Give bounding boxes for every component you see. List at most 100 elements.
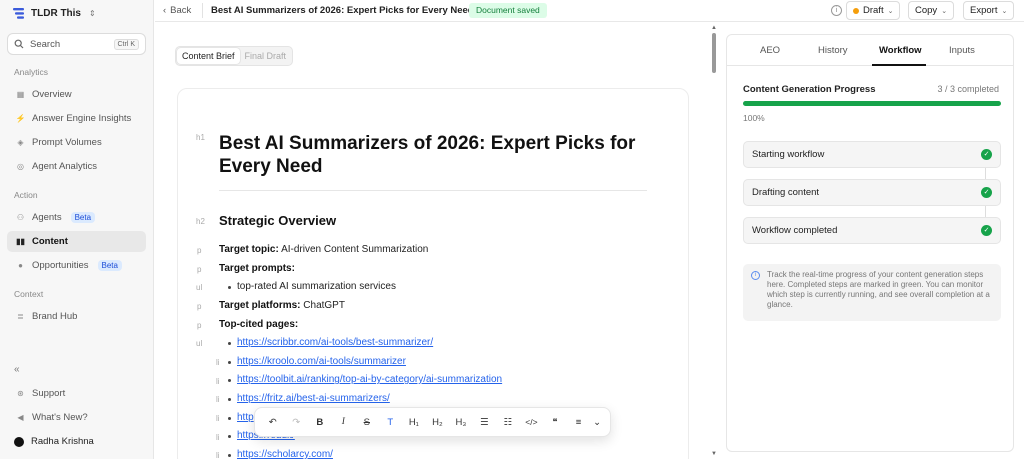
tab-aeo[interactable]: AEO <box>760 45 780 56</box>
info-callout: i Track the real-time progress of your c… <box>743 264 1001 321</box>
search-icon <box>14 39 24 49</box>
export-dropdown[interactable]: Export ⌄ <box>963 1 1015 20</box>
cited-link[interactable]: https://fritz.ai/best-ai-summarizers/ <box>237 393 390 404</box>
quote-button[interactable]: ❝ <box>543 411 567 433</box>
paragraph-top-cited[interactable]: Top-cited pages: <box>219 319 298 330</box>
tab-workflow[interactable]: Workflow <box>879 45 922 56</box>
back-button[interactable]: ‹ Back <box>163 5 191 16</box>
chevron-down-icon: ⌄ <box>1001 7 1008 15</box>
block-tag: li <box>216 377 220 386</box>
divider <box>219 190 647 191</box>
sidebar-item-label: Prompt Volumes <box>32 137 102 148</box>
logo-icon <box>13 8 24 19</box>
redo-button[interactable]: ↷ <box>285 411 309 433</box>
bullet-icon <box>228 286 231 289</box>
document-view-toggle: Content Brief Final Draft <box>175 46 294 66</box>
bullet-icon <box>228 454 231 457</box>
bullet-icon <box>228 379 231 382</box>
field-value: ChatGPT <box>303 300 345 311</box>
cited-link[interactable]: http <box>237 412 254 423</box>
tab-final-draft[interactable]: Final Draft <box>240 48 292 64</box>
sidebar-item-label: Support <box>32 388 66 399</box>
text-style-button[interactable]: T <box>379 411 403 433</box>
lifebuoy-icon: ⊛ <box>17 389 24 398</box>
strikethrough-button[interactable]: S <box>355 411 379 433</box>
sidebar-item-support[interactable]: ⊛ Support <box>7 383 146 404</box>
scroll-up-icon[interactable]: ▲ <box>711 25 717 31</box>
paragraph-target-topic[interactable]: Target topic: AI-driven Content Summariz… <box>219 244 428 255</box>
cited-link[interactable]: https://scholarcy.com/ <box>237 449 333 459</box>
sidebar-item-prompt-volumes[interactable]: ◈ Prompt Volumes <box>7 132 146 153</box>
workspace-switcher[interactable]: TLDR This ⇕ <box>12 7 96 20</box>
sidebar-item-label: Overview <box>32 89 72 100</box>
section-action: Action <box>14 190 38 200</box>
numbered-list-button[interactable]: ☷ <box>496 411 520 433</box>
search-button[interactable]: Search Ctrl K <box>7 33 146 55</box>
copy-dropdown[interactable]: Copy ⌄ <box>908 1 955 20</box>
field-label: Top-cited pages: <box>219 319 299 330</box>
sidebar-item-label: What's New? <box>32 412 88 423</box>
bold-button[interactable]: B <box>308 411 332 433</box>
chevron-down-icon: ⌄ <box>887 7 894 15</box>
heading-1-button[interactable]: H₁ <box>402 411 426 433</box>
step-label: Drafting content <box>752 187 820 198</box>
format-toolbar: ↶ ↷ B I S T H₁ H₂ H₃ ☰ ☷ </> ❝ ≡ ⌄ <box>254 407 611 437</box>
field-label: Target platforms: <box>219 300 301 311</box>
workflow-step: Starting workflow ✓ <box>743 141 1001 168</box>
copy-label: Copy <box>915 5 938 16</box>
italic-button[interactable]: I <box>332 411 356 433</box>
document-heading[interactable]: Best AI Summarizers of 2026: Expert Pick… <box>219 132 639 178</box>
step-connector <box>985 206 986 217</box>
tab-content-brief[interactable]: Content Brief <box>177 48 240 64</box>
workflow-step: Drafting content ✓ <box>743 179 1001 206</box>
scroll-down-icon[interactable]: ▼ <box>711 451 717 457</box>
chevron-down-icon[interactable]: ⌄ <box>590 411 604 433</box>
beta-badge: Beta <box>70 212 96 223</box>
sidebar-item-answer-engine-insights[interactable]: ⚡ Answer Engine Insights <box>7 108 146 129</box>
draft-dropdown[interactable]: Draft ⌄ <box>846 1 901 20</box>
paragraph-target-prompts[interactable]: Target prompts: <box>219 263 295 274</box>
sidebar-item-agents[interactable]: ⚇ Agents Beta <box>7 207 146 228</box>
list-item[interactable]: top-rated AI summarization services <box>237 281 396 292</box>
paragraph-target-platforms[interactable]: Target platforms: ChatGPT <box>219 300 345 311</box>
code-button[interactable]: </> <box>520 411 544 433</box>
info-icon[interactable]: i <box>831 5 842 16</box>
user-menu[interactable]: Radha Krishna <box>14 436 94 447</box>
block-tag: p <box>197 302 202 311</box>
sidebar-item-agent-analytics[interactable]: ◎ Agent Analytics <box>7 156 146 177</box>
cited-link[interactable]: https://toolbit.ai/ranking/top-ai-by-cat… <box>237 374 502 385</box>
block-tag: li <box>216 414 220 423</box>
progress-bar <box>743 101 1001 106</box>
align-button[interactable]: ≡ <box>567 411 591 433</box>
status-badge: Document saved <box>469 3 547 18</box>
divider <box>202 3 203 18</box>
heading-2-button[interactable]: H₂ <box>426 411 450 433</box>
section-heading[interactable]: Strategic Overview <box>219 213 336 228</box>
chevron-updown-icon: ⇕ <box>89 9 96 18</box>
sidebar-item-content[interactable]: ▮▮ Content <box>7 231 146 252</box>
collapse-sidebar-icon[interactable]: « <box>14 364 20 375</box>
tab-history[interactable]: History <box>818 45 848 56</box>
cited-link[interactable]: https://kroolo.com/ai-tools/summarizer <box>237 356 406 367</box>
user-name: Radha Krishna <box>31 436 94 447</box>
bullet-icon <box>228 435 231 438</box>
check-circle-icon: ✓ <box>981 149 992 160</box>
scrollbar-thumb[interactable] <box>712 33 716 73</box>
search-shortcut: Ctrl K <box>113 38 139 50</box>
sidebar-item-overview[interactable]: ▦ Overview <box>7 84 146 105</box>
target-icon: ◎ <box>17 162 24 171</box>
bullet-list-button[interactable]: ☰ <box>473 411 497 433</box>
tab-inputs[interactable]: Inputs <box>949 45 975 56</box>
progress-title: Content Generation Progress <box>743 84 876 95</box>
undo-button[interactable]: ↶ <box>261 411 285 433</box>
heading-3-button[interactable]: H₃ <box>449 411 473 433</box>
status-dot-icon <box>853 7 859 14</box>
sidebar-item-brand-hub[interactable]: ≣ Brand Hub <box>7 306 146 327</box>
document-editor[interactable]: h1 Best AI Summarizers of 2026: Expert P… <box>177 88 689 459</box>
sidebar-item-whats-new[interactable]: ◀ What's New? <box>7 407 146 428</box>
block-tag: li <box>216 433 220 442</box>
sidebar-item-opportunities[interactable]: ● Opportunities Beta <box>7 255 146 276</box>
cited-link[interactable]: https://scribbr.com/ai-tools/best-summar… <box>237 337 433 348</box>
check-circle-icon: ✓ <box>981 225 992 236</box>
grid-icon: ▦ <box>16 90 25 99</box>
